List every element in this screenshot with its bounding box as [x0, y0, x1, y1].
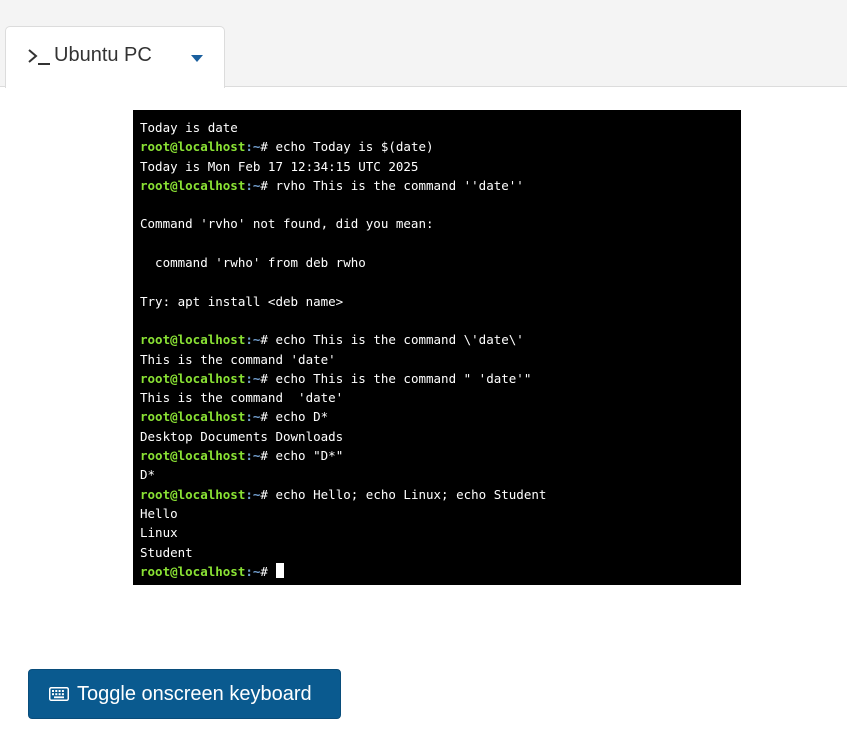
terminal-screen[interactable]: Today is date root@localhost:~# echo Toda… — [133, 110, 741, 585]
command-text: rvho This is the command ''date'' — [275, 177, 524, 193]
prompt-symbol: # — [260, 409, 276, 425]
output-text: Command 'rvho' not found, did you mean: — [140, 216, 434, 232]
prompt-path: :~ — [245, 486, 261, 502]
terminal-output-line: Try: apt install <deb name> — [140, 292, 741, 311]
terminal-command-line: root@localhost:~# — [140, 562, 741, 581]
output-text: Today is date — [140, 120, 238, 135]
terminal-output-line: This is the command 'date' — [140, 388, 741, 407]
prompt-path: :~ — [245, 563, 261, 579]
terminal-command-line: root@localhost:~# rvho This is the comma… — [140, 176, 741, 195]
prompt-path: :~ — [245, 409, 261, 425]
output-text: This is the command 'date' — [140, 351, 336, 367]
prompt-path: :~ — [245, 139, 261, 155]
terminal-prompt-icon — [28, 49, 50, 65]
output-text: Linux — [140, 525, 178, 541]
prompt-user-host: root@localhost — [140, 370, 246, 386]
prompt-symbol: # — [260, 332, 276, 348]
prompt-path: :~ — [245, 370, 261, 386]
terminal-output-line: Hello — [140, 504, 741, 523]
prompt-symbol: # — [260, 448, 276, 464]
terminal-output-line: Today is date — [140, 118, 741, 137]
output-text: command 'rwho' from deb rwho — [140, 255, 366, 271]
prompt-symbol: # — [260, 177, 276, 193]
prompt-path: :~ — [245, 448, 261, 464]
terminal-output-line: Desktop Documents Downloads — [140, 427, 741, 446]
command-text: echo Hello; echo Linux; echo Student — [275, 486, 547, 502]
terminal-output-line: Command 'rvho' not found, did you mean: — [140, 214, 741, 233]
terminal-output-line: Student — [140, 543, 741, 562]
output-text: Try: apt install <deb name> — [140, 293, 344, 309]
prompt-symbol: # — [260, 486, 276, 502]
caret-down-icon[interactable] — [191, 55, 203, 62]
terminal-command-line: root@localhost:~# echo Hello; echo Linux… — [140, 485, 741, 504]
toggle-keyboard-label: Toggle onscreen keyboard — [77, 683, 312, 705]
tab-bar: Ubuntu PC — [0, 0, 847, 88]
command-text: echo This is the command " 'date'" — [275, 370, 532, 386]
command-text: echo "D*" — [275, 448, 344, 464]
terminal-output-line: D* — [140, 465, 741, 484]
prompt-user-host: root@localhost — [140, 177, 246, 193]
command-text: echo D* — [275, 409, 329, 425]
terminal-output-line: command 'rwho' from deb rwho — [140, 253, 741, 272]
output-text: This is the command 'date' — [140, 390, 344, 406]
terminal-command-line: root@localhost:~# echo D* — [140, 407, 741, 426]
output-text: D* — [140, 467, 156, 483]
toggle-keyboard-button[interactable]: Toggle onscreen keyboard — [28, 669, 341, 719]
output-text: Today is Mon Feb 17 12:34:15 UTC 2025 — [140, 158, 419, 174]
prompt-user-host: root@localhost — [140, 409, 246, 425]
tab-ubuntu-pc[interactable]: Ubuntu PC — [5, 26, 225, 88]
terminal-output-line: This is the command 'date' — [140, 350, 741, 369]
keyboard-icon — [49, 687, 69, 701]
prompt-user-host: root@localhost — [140, 563, 246, 579]
terminal-command-line: root@localhost:~# echo "D*" — [140, 446, 741, 465]
terminal-output-line: Today is Mon Feb 17 12:34:15 UTC 2025 — [140, 157, 741, 176]
prompt-user-host: root@localhost — [140, 486, 246, 502]
prompt-path: :~ — [245, 177, 261, 193]
prompt-symbol: # — [260, 563, 276, 579]
terminal-command-line: root@localhost:~# echo This is the comma… — [140, 330, 741, 349]
prompt-symbol: # — [260, 370, 276, 386]
output-text: Student — [140, 544, 193, 560]
terminal-cursor — [276, 562, 285, 578]
terminal-command-line: root@localhost:~# echo This is the comma… — [140, 369, 741, 388]
command-text: echo This is the command \'date\' — [275, 332, 524, 348]
prompt-path: :~ — [245, 332, 261, 348]
prompt-symbol: # — [260, 139, 276, 155]
terminal-output-line: Linux — [140, 523, 741, 542]
output-text: Hello — [140, 505, 178, 521]
command-text: echo Today is $(date) — [275, 139, 434, 155]
prompt-user-host: root@localhost — [140, 332, 246, 348]
tab-label: Ubuntu PC — [54, 44, 152, 66]
prompt-user-host: root@localhost — [140, 448, 246, 464]
terminal-command-line: root@localhost:~# echo Today is $(date) — [140, 137, 741, 156]
output-text: Desktop Documents Downloads — [140, 428, 344, 444]
prompt-user-host: root@localhost — [140, 139, 246, 155]
